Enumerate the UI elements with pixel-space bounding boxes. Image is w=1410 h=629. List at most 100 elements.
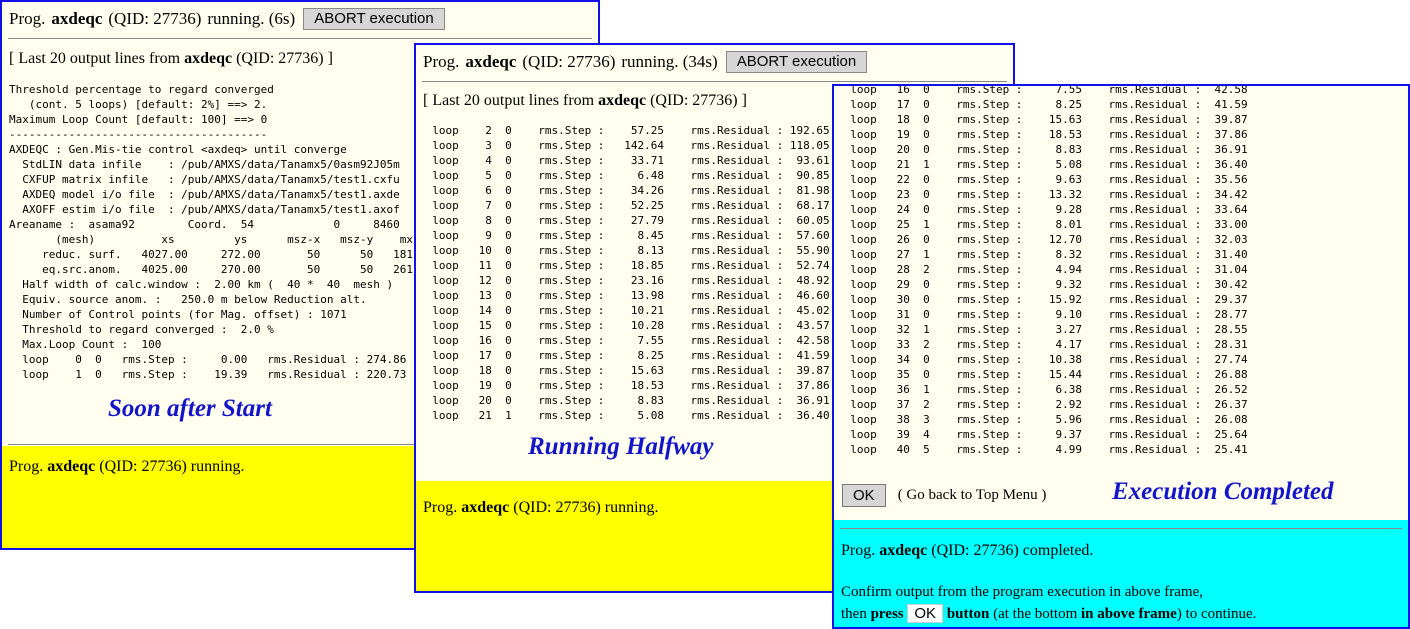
button-word: button (946, 606, 990, 622)
output-line: loop 26 0 rms.Step : 12.70 rms.Residual … (850, 233, 1248, 246)
output-line: loop 17 0 rms.Step : 8.25 rms.Residual :… (432, 349, 830, 362)
output-line: loop 10 0 rms.Step : 8.13 rms.Residual :… (432, 244, 830, 257)
output-line: loop 17 0 rms.Step : 8.25 rms.Residual :… (850, 98, 1248, 111)
last20-heading: [ Last 20 output lines from axdeqc (QID:… (423, 92, 747, 110)
output-line: loop 35 0 rms.Step : 15.44 rms.Residual … (850, 368, 1248, 381)
output-line: loop 27 1 rms.Step : 8.32 rms.Residual :… (850, 248, 1248, 261)
header-bar: Prog. axdeqc (QID: 27736) running. (34s)… (423, 51, 868, 73)
output-line: loop 14 0 rms.Step : 10.21 rms.Residual … (432, 304, 830, 317)
output-line: loop 23 0 rms.Step : 13.32 rms.Residual … (850, 188, 1248, 201)
output-line: loop 31 0 rms.Step : 9.10 rms.Residual :… (850, 308, 1248, 321)
output-line: loop 18 0 rms.Step : 15.63 rms.Residual … (850, 113, 1248, 126)
output-line: loop 21 1 rms.Step : 5.08 rms.Residual :… (419, 409, 830, 422)
output-line: (cont. 5 loops) [default: 2%] ==> 2. (28, 98, 268, 111)
to-continue-text: ) to continue. (1176, 606, 1257, 622)
output-line: loop 19 0 rms.Step : 18.53 rms.Residual … (432, 379, 830, 392)
output-line: loop 16 0 rms.Step : 7.55 rms.Residual :… (432, 334, 830, 347)
caption-running-halfway: Running Halfway (528, 433, 714, 460)
header-bar: Prog. axdeqc (QID: 27736) running. (6s) … (9, 8, 445, 30)
output-line: loop 5 0 rms.Step : 6.48 rms.Residual : … (432, 169, 830, 182)
output-line: loop 30 0 rms.Step : 15.92 rms.Residual … (850, 293, 1248, 306)
status-completed: completed. (1022, 542, 1094, 559)
status-divider (840, 528, 1402, 529)
output-line: loop 25 1 rms.Step : 8.01 rms.Residual :… (850, 218, 1248, 231)
output-log: loop 16 0 rms.Step : 7.55 rms.Residual :… (837, 84, 1248, 457)
output-line: loop 7 0 rms.Step : 52.25 rms.Residual :… (432, 199, 830, 212)
output-line: loop 9 0 rms.Step : 8.45 rms.Residual : … (432, 229, 830, 242)
output-line: loop 0 0 rms.Step : 0.00 rms.Residual : … (22, 353, 407, 366)
output-line: loop 32 1 rms.Step : 3.27 rms.Residual :… (850, 323, 1248, 336)
output-line: loop 33 2 rms.Step : 4.17 rms.Residual :… (850, 338, 1248, 351)
output-line: loop 18 0 rms.Step : 15.63 rms.Residual … (432, 364, 830, 377)
output-line: eq.src.anom. 4025.00 270.00 50 50 261 (42, 263, 413, 276)
window-execution-completed: loop 16 0 rms.Step : 7.55 rms.Residual :… (832, 84, 1410, 629)
status-qid: (QID: 27736) (99, 458, 187, 475)
press-word: press (870, 606, 904, 622)
header-divider (422, 81, 1007, 82)
output-line: reduc. surf. 4027.00 272.00 50 50 181 (42, 248, 413, 261)
last20-pre: [ Last 20 output lines from (423, 92, 599, 109)
output-line: loop 37 2 rms.Step : 2.92 rms.Residual :… (850, 398, 1248, 411)
output-line: Equiv. source anom. : 250.0 m below Redu… (22, 293, 367, 306)
output-line: AXOFF estim i/o file : /pub/AMXS/data/Ta… (22, 203, 400, 216)
abort-execution-button[interactable]: ABORT execution (725, 51, 868, 73)
output-line: loop 28 2 rms.Step : 4.94 rms.Residual :… (850, 263, 1248, 276)
output-line: loop 20 0 rms.Step : 8.83 rms.Residual :… (432, 394, 830, 407)
qid: (QID: 27736) (108, 9, 202, 28)
program-name: axdeqc (465, 52, 517, 71)
output-line: loop 13 0 rms.Step : 13.98 rms.Residual … (432, 289, 830, 302)
header-divider (8, 38, 592, 39)
output-line: loop 8 0 rms.Step : 27.79 rms.Residual :… (432, 214, 830, 227)
output-line: Areaname : asama92 Coord. 54 0 8460 (9, 218, 400, 231)
ok-button[interactable]: OK (842, 484, 886, 507)
last20-heading: [ Last 20 output lines from axdeqc (QID:… (9, 50, 333, 68)
caption-execution-completed: Execution Completed (1112, 478, 1334, 505)
last20-program: axdeqc (598, 92, 647, 109)
confirm-text: Confirm output from the program executio… (841, 584, 1203, 600)
status-qid: (QID: 27736) (513, 499, 601, 516)
status-running: running. (604, 499, 659, 516)
output-line: loop 16 0 rms.Step : 7.55 rms.Residual :… (850, 84, 1248, 96)
output-log: Threshold percentage to regard converged… (9, 82, 413, 382)
output-line: loop 21 1 rms.Step : 5.08 rms.Residual :… (850, 158, 1248, 171)
status-program-name: axdeqc (879, 542, 928, 559)
output-line: loop 38 3 rms.Step : 5.96 rms.Residual :… (850, 413, 1248, 426)
status-text: Prog. axdeqc (QID: 27736) running. (423, 499, 659, 517)
status-prog-word: Prog. (841, 542, 876, 559)
status-text: Prog. axdeqc (QID: 27736) completed. (841, 542, 1093, 560)
header-status: running. (34s) (621, 52, 718, 71)
caption-soon-after-start: Soon after Start (108, 395, 272, 422)
status-running: running. (190, 458, 245, 475)
output-line: Threshold to regard converged : 2.0 % (22, 323, 274, 336)
output-line: loop 11 0 rms.Step : 18.85 rms.Residual … (432, 259, 830, 272)
output-line: loop 3 0 rms.Step : 142.64 rms.Residual … (432, 139, 830, 152)
output-line: Half width of calc.window : 2.00 km ( 40… (22, 278, 394, 291)
output-line: StdLIN data infile : /pub/AMXS/data/Tana… (22, 158, 400, 171)
output-line: Maximum Loop Count [default: 100] ==> 0 (9, 113, 268, 126)
status-prog-word: Prog. (423, 499, 458, 516)
output-line: loop 19 0 rms.Step : 18.53 rms.Residual … (850, 128, 1248, 141)
then-word: then (841, 606, 867, 622)
last20-post: (QID: 27736) ] (232, 50, 333, 67)
abort-execution-button[interactable]: ABORT execution (303, 8, 445, 30)
output-line: loop 36 1 rms.Step : 6.38 rms.Residual :… (850, 383, 1248, 396)
prog-word: Prog. (9, 9, 46, 28)
output-line: (mesh) xs ys msz-x msz-y mx (55, 233, 413, 246)
prog-word: Prog. (423, 52, 460, 71)
output-log: loop 2 0 rms.Step : 57.25 rms.Residual :… (419, 123, 830, 423)
output-line: loop 40 5 rms.Step : 4.99 rms.Residual :… (837, 443, 1248, 456)
output-line: AXDEQ model i/o file : /pub/AMXS/data/Ta… (22, 188, 400, 201)
go-back-label: ( Go back to Top Menu ) (897, 487, 1047, 503)
output-line: loop 22 0 rms.Step : 9.63 rms.Residual :… (850, 173, 1248, 186)
last20-program: axdeqc (184, 50, 233, 67)
press-ok-instruction: then press OK button (at the bottom in a… (841, 604, 1256, 623)
output-line: loop 20 0 rms.Step : 8.83 rms.Residual :… (850, 143, 1248, 156)
header-status: running. (6s) (207, 9, 296, 28)
last20-post: (QID: 27736) ] (646, 92, 747, 109)
ok-inline-label: OK (907, 604, 944, 623)
output-line: AXDEQC : Gen.Mis-tie control <axdeq> unt… (9, 143, 347, 156)
output-line: loop 24 0 rms.Step : 9.28 rms.Residual :… (850, 203, 1248, 216)
status-text: Prog. axdeqc (QID: 27736) running. (9, 458, 245, 476)
last20-pre: [ Last 20 output lines from (9, 50, 185, 67)
output-line: loop 15 0 rms.Step : 10.28 rms.Residual … (432, 319, 830, 332)
